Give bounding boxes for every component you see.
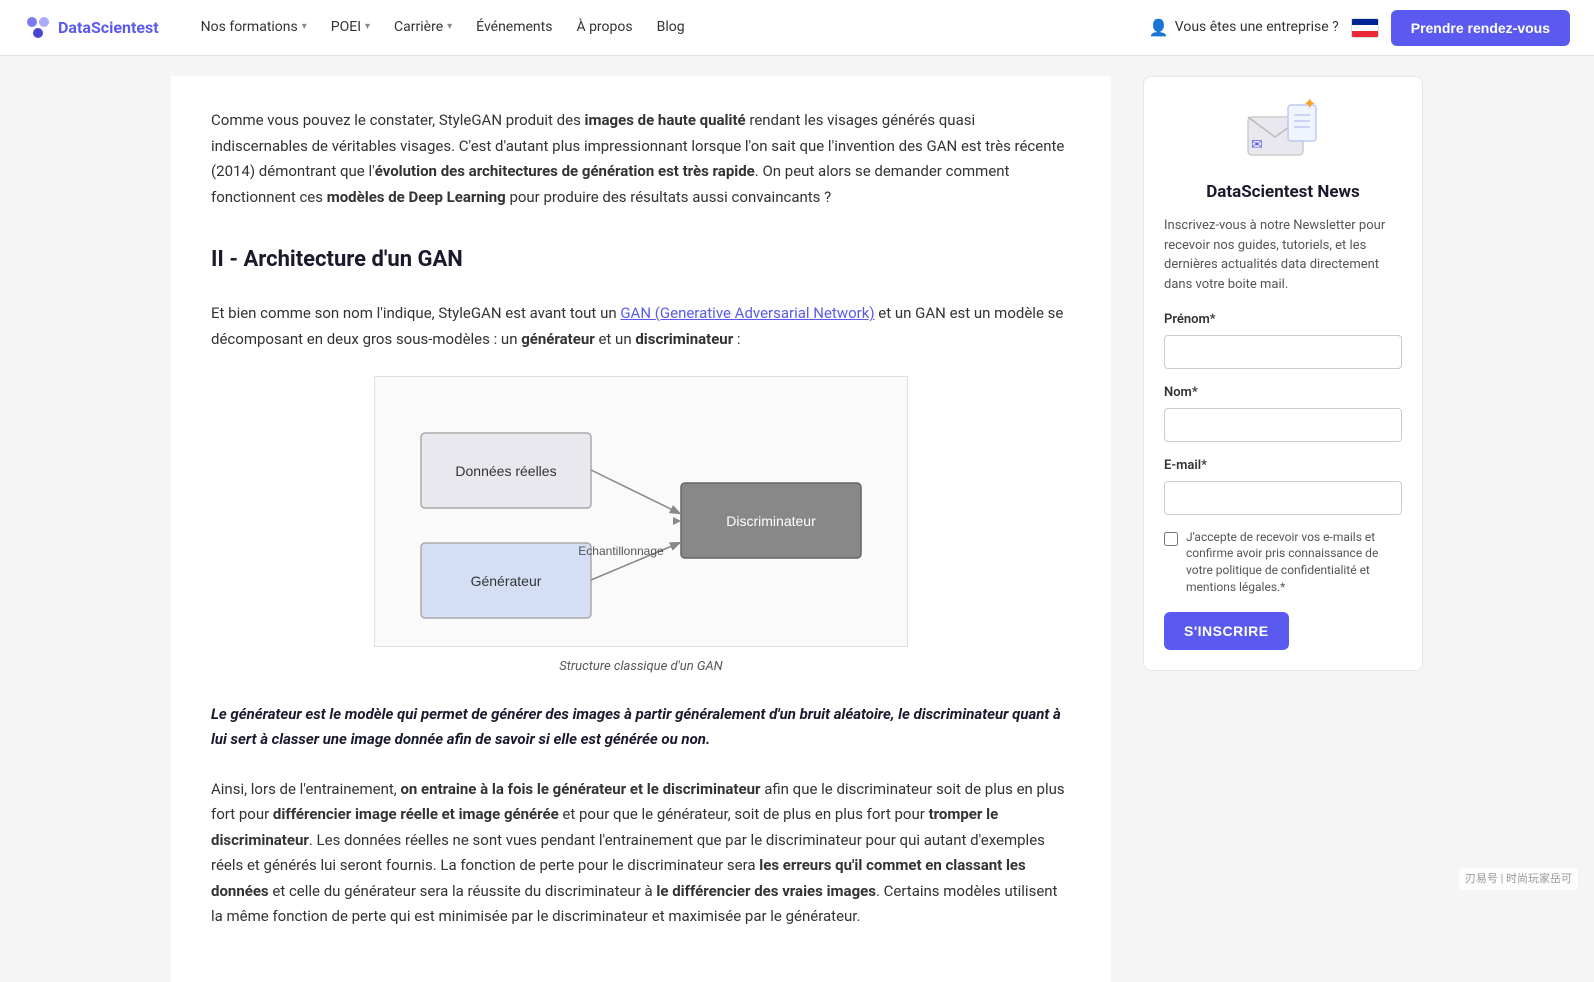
newsletter-card: ✦ ✉ DataScientest News Inscrivez-vous à … — [1143, 76, 1423, 671]
gan-diagram-container: Données réelles Générateur Discriminateu… — [211, 376, 1071, 678]
page-layout: Comme vous pouvez le constater, StyleGAN… — [147, 56, 1447, 982]
watermark: 刃易号 | 时尚玩家岳可 — [1459, 868, 1578, 890]
chevron-down-icon: ▾ — [365, 19, 370, 35]
newsletter-icon-wrap: ✦ ✉ — [1164, 97, 1402, 167]
email-group: E-mail* — [1164, 456, 1402, 515]
svg-text:✦: ✦ — [1303, 97, 1316, 113]
cta-button[interactable]: Prendre rendez-vous — [1391, 10, 1570, 46]
logo-text: DataScientest — [58, 15, 159, 41]
nav-links: Nos formations ▾ POEI ▾ Carrière ▾ Événe… — [191, 8, 1149, 46]
prenom-label: Prénom* — [1164, 310, 1402, 331]
email-label: E-mail* — [1164, 456, 1402, 477]
intro-bold-3: modèles de Deep Learning — [327, 188, 506, 206]
consent-row: J'accepte de recevoir vos e-mails et con… — [1164, 529, 1402, 596]
blockquote-text: Le générateur est le modèle qui permet d… — [211, 702, 1071, 753]
nav-apropos[interactable]: À propos — [566, 8, 642, 46]
prenom-group: Prénom* — [1164, 310, 1402, 369]
gan-diagram-svg: Données réelles Générateur Discriminateu… — [391, 393, 891, 623]
flag-red-stripe — [1352, 31, 1378, 37]
navbar: DataScientest Nos formations ▾ POEI ▾ Ca… — [0, 0, 1594, 56]
bold-differencier: différencier image réelle et image génér… — [273, 805, 559, 823]
echantillonnage-label: Echantillonnage — [578, 544, 664, 558]
nav-formations[interactable]: Nos formations ▾ — [191, 8, 317, 46]
consent-checkbox[interactable] — [1164, 532, 1178, 546]
subscribe-button[interactable]: S'INSCRIRE — [1164, 612, 1289, 650]
section-title: II - Architecture d'un GAN — [211, 242, 1071, 285]
logo-icon — [24, 14, 52, 42]
section-intro-text: Et bien comme son nom l'indique, StyleGA… — [211, 301, 1071, 352]
bold-erreurs: les erreurs qu'il commet en classant les… — [211, 856, 1026, 900]
nav-evenements[interactable]: Événements — [466, 8, 562, 46]
nom-group: Nom* — [1164, 383, 1402, 442]
consent-label: J'accepte de recevoir vos e-mails et con… — [1186, 529, 1402, 596]
generateur-label: Générateur — [471, 573, 542, 589]
discriminateur-label: Discriminateur — [726, 513, 816, 529]
enterprise-link[interactable]: 👤 Vous êtes une entreprise ? — [1149, 15, 1339, 41]
enterprise-icon: 👤 — [1149, 15, 1169, 41]
nav-carriere[interactable]: Carrière ▾ — [384, 8, 462, 46]
prenom-input[interactable] — [1164, 335, 1402, 369]
nav-blog[interactable]: Blog — [647, 8, 695, 46]
donnees-label: Données réelles — [455, 463, 556, 479]
gan-diagram: Données réelles Générateur Discriminateu… — [374, 376, 908, 647]
nav-right: 👤 Vous êtes une entreprise ? Prendre ren… — [1149, 10, 1570, 46]
nav-poei[interactable]: POEI ▾ — [321, 8, 380, 46]
intro-bold-2: évolution des architectures de génératio… — [375, 162, 755, 180]
bold-differencier-vraies: le différencier des vraies images — [656, 882, 876, 900]
nom-label: Nom* — [1164, 383, 1402, 404]
bold-entraine: on entraine à la fois le générateur et l… — [400, 780, 760, 798]
diagram-caption: Structure classique d'un GAN — [559, 657, 722, 678]
nom-input[interactable] — [1164, 408, 1402, 442]
main-content: Comme vous pouvez le constater, StyleGAN… — [171, 76, 1111, 982]
sidebar: ✦ ✉ DataScientest News Inscrivez-vous à … — [1143, 76, 1423, 982]
logo[interactable]: DataScientest — [24, 14, 159, 42]
newsletter-desc: Inscrivez-vous à notre Newsletter pour r… — [1164, 216, 1402, 294]
newsletter-icon: ✦ ✉ — [1243, 97, 1323, 167]
svg-text:✉: ✉ — [1251, 137, 1263, 153]
intro-bold-1: images de haute qualité — [585, 111, 746, 129]
chevron-down-icon: ▾ — [302, 19, 307, 35]
newsletter-title: DataScientest News — [1164, 179, 1402, 206]
generateur-bold: générateur — [521, 330, 595, 348]
discriminateur-bold: discriminateur — [635, 330, 733, 348]
intro-paragraph: Comme vous pouvez le constater, StyleGAN… — [211, 108, 1071, 210]
chevron-down-icon: ▾ — [447, 19, 452, 35]
email-input[interactable] — [1164, 481, 1402, 515]
body-paragraph-2: Ainsi, lors de l'entrainement, on entrai… — [211, 777, 1071, 930]
gan-link[interactable]: GAN (Generative Adversarial Network) — [620, 304, 874, 322]
language-flag[interactable] — [1351, 18, 1379, 38]
